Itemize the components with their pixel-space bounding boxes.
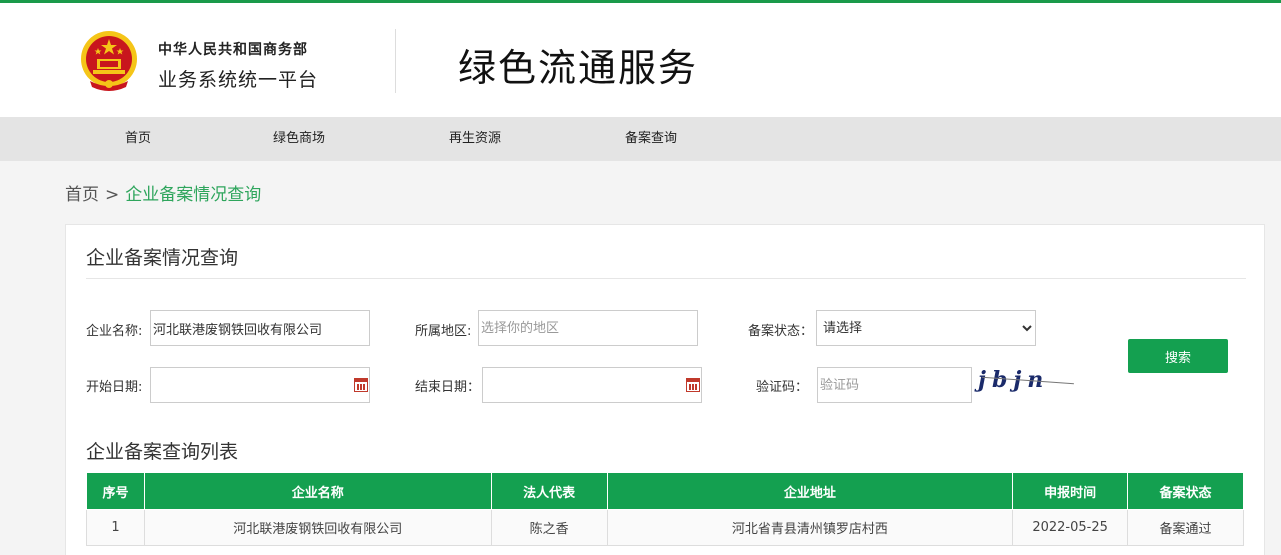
captcha-image[interactable]: jbjn (978, 367, 1078, 393)
column-header-index: 序号 (86, 472, 145, 510)
header-divider (395, 29, 396, 93)
org-name: 中华人民共和国商务部 (158, 42, 308, 58)
region-input[interactable] (478, 310, 698, 346)
header: 中华人民共和国商务部 业务系统统一平台 绿色流通服务 (0, 3, 1281, 117)
table-header-row: 序号 企业名称 法人代表 企业地址 申报时间 备案状态 (86, 472, 1244, 510)
nav-item-home[interactable]: 首页 (125, 117, 151, 161)
row-company-name: 河北联港废钢铁回收有限公司 (143, 509, 492, 546)
breadcrumb-separator: > (105, 185, 120, 205)
search-button[interactable]: 搜索 (1128, 339, 1228, 373)
list-title: 企业备案查询列表 (86, 441, 239, 463)
panel-title: 企业备案情况查询 (86, 247, 239, 269)
column-header-legal-rep: 法人代表 (490, 472, 608, 510)
captcha-input[interactable] (817, 367, 972, 403)
result-table: 序号 企业名称 法人代表 企业地址 申报时间 备案状态 1 河北联港废钢铁回收有… (86, 472, 1244, 546)
breadcrumb-current: 企业备案情况查询 (125, 185, 262, 205)
status-label: 备案状态： (748, 324, 814, 339)
breadcrumb: 首页 > 企业备案情况查询 (65, 180, 261, 205)
column-header-address: 企业地址 (606, 472, 1014, 510)
captcha-label: 验证码： (756, 380, 809, 395)
region-label: 所属地区: (415, 324, 472, 339)
query-panel: 企业备案情况查询 企业名称: 所属地区: 备案状态： 请选择 搜索 开始日期: … (65, 224, 1265, 555)
service-title: 绿色流通服务 (458, 46, 699, 90)
row-address: 河北省青县清州镇罗店村西 (606, 509, 1014, 546)
nav-item-renewable-resources[interactable]: 再生资源 (449, 117, 501, 161)
nav-item-filing-query[interactable]: 备案查询 (625, 117, 677, 161)
platform-name: 业务系统统一平台 (158, 69, 319, 91)
start-date-label: 开始日期: (86, 380, 143, 395)
company-name-input[interactable] (150, 310, 370, 346)
national-emblem-icon (81, 31, 137, 91)
row-date: 2022-05-25 (1012, 509, 1129, 546)
nav-item-green-mall[interactable]: 绿色商场 (273, 117, 325, 161)
breadcrumb-home[interactable]: 首页 (65, 185, 99, 205)
column-header-status: 备案状态 (1127, 472, 1244, 510)
start-date-input[interactable] (150, 367, 370, 403)
end-date-label: 结束日期： (415, 380, 481, 395)
column-header-date: 申报时间 (1012, 472, 1129, 510)
row-index: 1 (86, 509, 145, 546)
table-row: 1 河北联港废钢铁回收有限公司 陈之香 河北省青县清州镇罗店村西 2022-05… (86, 509, 1244, 546)
calendar-icon[interactable] (686, 378, 700, 392)
main-nav: 首页 绿色商场 再生资源 备案查询 (0, 117, 1281, 161)
end-date-input[interactable] (482, 367, 702, 403)
status-select[interactable]: 请选择 (816, 310, 1036, 346)
calendar-icon[interactable] (354, 378, 368, 392)
row-legal-rep: 陈之香 (490, 509, 608, 546)
company-name-label: 企业名称: (86, 324, 143, 339)
column-header-company-name: 企业名称 (143, 472, 492, 510)
row-status: 备案通过 (1127, 509, 1244, 546)
panel-divider (86, 278, 1246, 279)
